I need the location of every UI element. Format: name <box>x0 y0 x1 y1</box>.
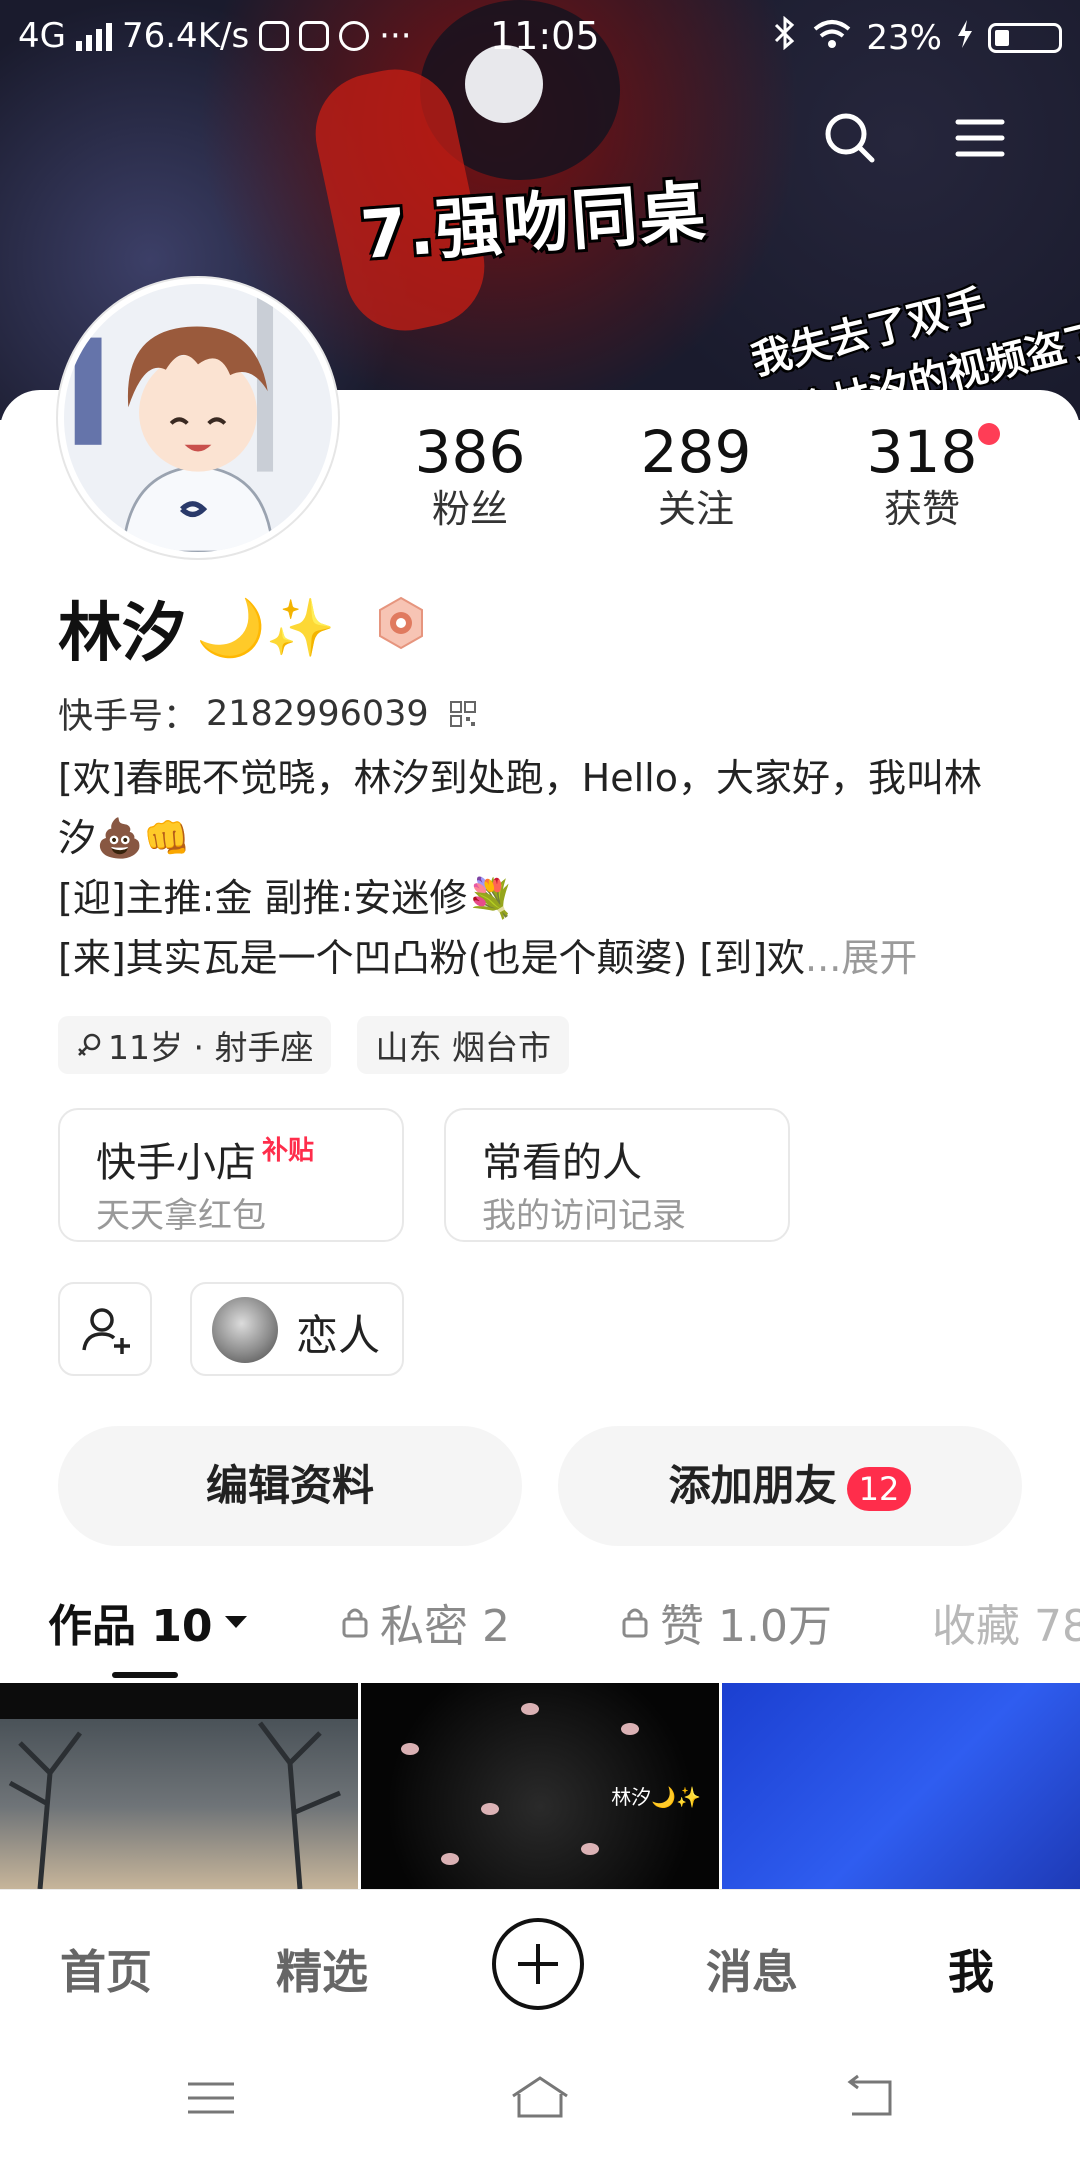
avatar[interactable] <box>58 278 338 558</box>
more-notifications: ··· <box>379 16 412 56</box>
shop-subtitle: 天天拿红包 <box>96 1196 266 1236</box>
expand-link[interactable]: ...展开 <box>805 936 917 980</box>
status-bar: 4G 76.4K/s ··· 11:05 23% <box>0 0 1080 76</box>
lock-icon <box>622 1608 648 1638</box>
fans-stat[interactable]: 386 粉丝 <box>370 420 570 534</box>
add-user-icon <box>82 1308 130 1354</box>
visit-title: 常看的人 <box>482 1140 642 1186</box>
active-tab-indicator <box>112 1672 178 1678</box>
charging-icon <box>956 18 974 58</box>
kuaishou-id-label: 快手号： <box>58 697 199 737</box>
age-sign-text: 11岁 · 射手座 <box>108 1028 314 1067</box>
bluetooth-icon <box>772 15 798 59</box>
fans-label: 粉丝 <box>431 487 508 531</box>
works-grid: 林汐🌙✨ <box>0 1683 1080 1889</box>
video-app-icon <box>299 21 330 51</box>
subsidy-badge: 补贴 <box>262 1136 315 1166</box>
location-text: 山东 烟台市 <box>375 1028 551 1067</box>
frequent-visitors-entry[interactable]: 常看的人 我的访问记录 <box>444 1108 790 1242</box>
following-count: 289 <box>640 418 752 486</box>
kuaishou-shop-entry[interactable]: 快手小店 补贴 天天拿红包 <box>58 1108 404 1242</box>
shop-title-row: 快手小店 补贴 <box>96 1130 314 1188</box>
profile-name-row: 林汐 🌙✨ <box>58 582 335 674</box>
planet-icon <box>339 21 370 51</box>
battery-icon <box>988 22 1062 53</box>
location-tag: 山东 烟台市 <box>357 1016 569 1074</box>
tree-silhouette <box>8 1721 341 1889</box>
content-tabs: 作品 10 私密 2 赞 1.0万 收藏 78 <box>0 1590 1080 1680</box>
profile-tags: 11岁 · 射手座 山东 烟台市 <box>58 1016 569 1074</box>
kuaishou-id: 2182996039 <box>206 693 429 734</box>
nav-me[interactable]: 我 <box>948 1936 994 2002</box>
add-friend-button[interactable]: 添加朋友 12 <box>558 1426 1022 1546</box>
profile-name: 林汐 <box>58 597 186 671</box>
tab-liked[interactable]: 赞 1.0万 <box>620 1590 832 1654</box>
video-thumbnail[interactable] <box>722 1683 1080 1889</box>
thumbnail-watermark: 林汐🌙✨ <box>611 1785 701 1809</box>
age-sign-tag: 11岁 · 射手座 <box>58 1016 332 1074</box>
kuaishou-id-row[interactable]: 快手号： 2182996039 <box>58 688 477 739</box>
zodiac-icon <box>78 1033 101 1056</box>
friend-request-badge: 12 <box>846 1466 912 1511</box>
bio-line: [迎]主推:金 副推:安迷修💐 <box>58 876 515 920</box>
crown-icon <box>259 21 290 51</box>
add-friend-label: 添加朋友 <box>668 1461 837 1510</box>
tab-works-label: 作品 10 <box>48 1601 213 1652</box>
dropdown-caret-icon[interactable] <box>223 1613 249 1631</box>
wifi-icon <box>812 18 852 58</box>
lover-relation-button[interactable]: 恋人 <box>190 1282 404 1376</box>
bio[interactable]: [欢]春眠不觉晓，林汐到处跑，Hello，大家好，我叫林汐💩👊 [迎]主推:金 … <box>58 748 1018 988</box>
recent-apps-icon[interactable] <box>176 2068 246 2128</box>
network-speed: 76.4K/s <box>121 16 250 56</box>
video-thumbnail[interactable] <box>0 1683 358 1889</box>
tab-private-label: 私密 2 <box>380 1601 510 1652</box>
notification-dot <box>978 423 1000 445</box>
lock-icon <box>342 1608 368 1638</box>
tab-favorites[interactable]: 收藏 78 <box>932 1590 1080 1654</box>
name-emoji: 🌙✨ <box>196 596 336 661</box>
clock: 11:05 <box>490 14 600 58</box>
bio-line: [欢]春眠不觉晓，林汐到处跑，Hello，大家好，我叫林汐💩👊 <box>58 756 982 860</box>
tab-favorites-label: 收藏 78 <box>932 1601 1080 1652</box>
menu-icon[interactable] <box>950 108 1010 168</box>
following-label: 关注 <box>657 487 734 531</box>
network-type: 4G <box>18 16 66 56</box>
bottom-nav: 首页 精选 消息 我 <box>0 1889 1080 2040</box>
nav-home[interactable]: 首页 <box>60 1936 152 2002</box>
search-icon[interactable] <box>820 108 880 168</box>
lover-label: 恋人 <box>296 1311 381 1360</box>
fans-count: 386 <box>414 418 526 486</box>
nav-messages[interactable]: 消息 <box>706 1936 798 2002</box>
following-stat[interactable]: 289 关注 <box>596 420 796 534</box>
nav-featured[interactable]: 精选 <box>276 1936 368 2002</box>
signal-icon <box>75 21 112 51</box>
home-icon[interactable] <box>505 2068 575 2128</box>
bio-line-text: [来]其实瓦是一个凹凸粉(也是个颠婆) [到]欢 <box>58 936 806 980</box>
medal-icon[interactable] <box>376 596 426 650</box>
system-navigation-bar <box>0 2040 1080 2160</box>
tab-liked-label: 赞 1.0万 <box>660 1601 832 1652</box>
back-icon[interactable] <box>834 2068 904 2128</box>
qr-code-icon[interactable] <box>449 700 477 728</box>
bio-line: [来]其实瓦是一个凹凸粉(也是个颠婆) [到]欢...展开 <box>58 928 1018 988</box>
tab-private[interactable]: 私密 2 <box>340 1590 510 1654</box>
create-plus-icon[interactable] <box>492 1918 584 2010</box>
lover-avatar <box>212 1297 278 1363</box>
visit-subtitle: 我的访问记录 <box>482 1196 686 1236</box>
shop-title: 快手小店 <box>96 1140 256 1186</box>
battery-percent: 23% <box>866 17 942 58</box>
video-thumbnail[interactable]: 林汐🌙✨ <box>361 1683 719 1889</box>
edit-profile-button[interactable]: 编辑资料 <box>58 1426 522 1546</box>
add-relation-button[interactable] <box>58 1282 152 1376</box>
likes-label: 获赞 <box>883 487 960 531</box>
tab-works[interactable]: 作品 10 <box>48 1590 249 1654</box>
